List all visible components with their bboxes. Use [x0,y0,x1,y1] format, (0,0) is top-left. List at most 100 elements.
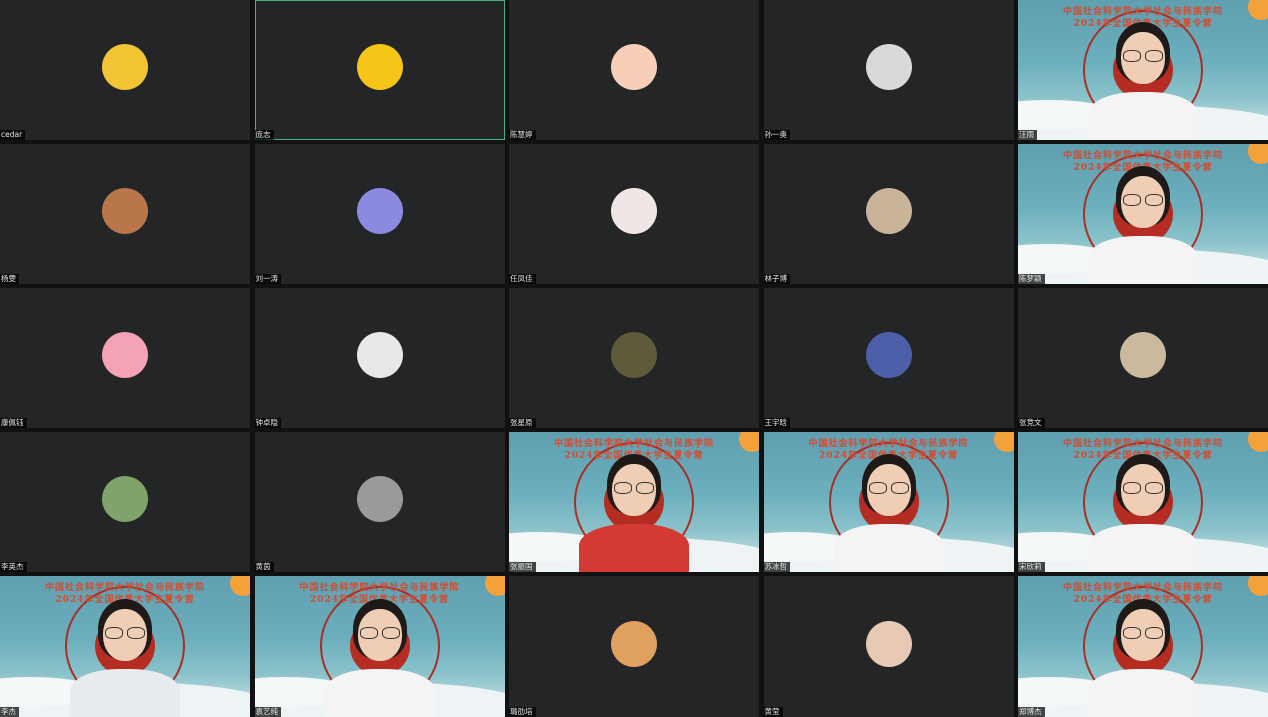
video-body [833,524,944,572]
video-body [1088,236,1198,284]
banner-line-1: 中国社会科学院大学社会与民族学院 [553,439,714,449]
participant-tile[interactable]: 王宇晗 [763,288,1014,428]
video-glasses [1122,482,1164,494]
participant-name-label: 钟卓隐 [254,418,281,428]
anime-girl-avatar [611,44,657,90]
participant-name-label: 李英杰 [0,562,27,572]
video-body [579,524,689,572]
participant-name-label: 刘一涛 [254,274,281,284]
participant-name-label: 袁艺纯 [254,707,281,717]
participant-tile[interactable]: 孙一奥 [763,0,1014,140]
astronaut-avatar [356,476,403,522]
participant-tile[interactable]: 林子博 [763,144,1014,284]
participant-tile[interactable]: 中国社会科学院大学社会与民族学院2024年全国优秀大学生夏令营汪雨 [1018,0,1268,140]
participant-tile[interactable]: 杨雯 [0,144,250,284]
portrait-photo-avatar [102,188,148,234]
participant-name-label: 庞志 [254,130,274,140]
video-glasses [1122,50,1164,62]
participant-tile[interactable]: 中国社会科学院大学社会与民族学院2024年全国优秀大学生夏令营张振国 [509,432,759,572]
participant-name-label: 陈梦颖 [1018,274,1045,284]
participant-tile[interactable]: 黄茵 [254,432,505,572]
video-body [1088,524,1198,572]
participant-tile[interactable]: 张星原 [509,288,759,428]
participant-tile[interactable]: 中国社会科学院大学社会与民族学院2024年全国优秀大学生夏令营苏冰哲 [763,432,1014,572]
video-glasses [1122,194,1164,206]
participant-tile[interactable]: 刘一涛 [254,144,505,284]
participant-tile[interactable]: 钟卓隐 [254,288,505,428]
participant-tile[interactable]: 中国社会科学院大学社会与民族学院2024年全国优秀大学生夏令营袁艺纯 [254,576,505,717]
participant-name-label: 黄茵 [254,562,274,572]
participant-tile[interactable]: 任凤佳 [509,144,759,284]
participant-tile[interactable]: 黄莹 [763,576,1014,717]
participant-tile[interactable]: 中国社会科学院大学社会与民族学院2024年全国优秀大学生夏令营郑博杰 [1018,576,1268,717]
participant-video [324,599,435,717]
participant-name-label: 李杰 [0,707,19,717]
banner-line-1: 中国社会科学院大学社会与民族学院 [808,439,969,449]
participant-video [1088,22,1198,140]
participant-tile[interactable]: 张竞文 [1018,288,1268,428]
lion-avatar [611,620,657,667]
video-glasses [104,627,146,639]
video-body [1088,669,1198,717]
football-player-avatar [865,332,912,378]
participant-tile[interactable]: 中国社会科学院大学社会与民族学院2024年全国优秀大学生夏令营李杰 [0,576,250,717]
participant-tile[interactable]: 中国社会科学院大学社会与民族学院2024年全国优秀大学生夏令营陈梦颖 [1018,144,1268,284]
participant-name-label: 张竞文 [1018,418,1045,428]
participant-tile[interactable]: 李英杰 [0,432,250,572]
participant-name-label: 任凤佳 [509,274,536,284]
pink-anime-avatar [102,332,148,378]
banner-line-1: 中国社会科学院大学社会与民族学院 [1062,7,1223,17]
participant-video [70,599,180,717]
participant-name-label: 璐劭培 [509,707,536,717]
video-body [70,669,180,717]
smile-emoji-avatar [102,44,148,90]
participant-name-label: 汪雨 [1018,130,1037,140]
girl-photo-avatar [102,476,148,522]
anime-girl-avatar [611,188,657,234]
video-glasses [613,482,655,494]
galaxy-avatar [356,188,403,234]
girl-cartoon-avatar [865,620,912,667]
participant-name-label: 陈慧婷 [509,130,536,140]
participant-name-label: 黄莹 [763,707,783,717]
video-grid: cedar庞志陈慧婷孙一奥中国社会科学院大学社会与民族学院2024年全国优秀大学… [0,0,1268,717]
portrait-painting-avatar [611,332,657,378]
participant-tile[interactable]: 康佩钰 [0,288,250,428]
participant-name-label: 孙一奥 [763,130,790,140]
cartoon-face-avatar [356,44,403,90]
participant-name-label: 张振国 [509,562,536,572]
video-glasses [1122,627,1164,639]
boy-photo-avatar [865,188,912,234]
white-dog-avatar [356,332,403,378]
participant-video [579,454,689,572]
banner-line-1: 中国社会科学院大学社会与民族学院 [1062,583,1223,593]
participant-video [1088,166,1198,284]
banner-line-1: 中国社会科学院大学社会与民族学院 [1062,439,1223,449]
participant-name-label: cedar [0,130,26,140]
participant-tile[interactable]: cedar [0,0,250,140]
video-body [1088,92,1198,140]
video-body [324,669,435,717]
video-glasses [868,482,910,494]
banner-line-1: 中国社会科学院大学社会与民族学院 [299,583,460,593]
default-person-avatar [865,44,912,90]
participant-video [1088,599,1198,717]
participant-name-label: 苏冰哲 [763,562,790,572]
participant-name-label: 林子博 [763,274,790,284]
participant-name-label: 王宇晗 [763,418,790,428]
participant-name-label: 郑博杰 [1018,707,1045,717]
banner-line-1: 中国社会科学院大学社会与民族学院 [44,583,205,593]
video-glasses [359,627,401,639]
participant-name-label: 宋欣莉 [1018,562,1045,572]
cat-photo-avatar [1120,332,1166,378]
participant-name-label: 张星原 [509,418,536,428]
participant-video [833,454,944,572]
participant-video [1088,454,1198,572]
banner-line-1: 中国社会科学院大学社会与民族学院 [1062,151,1223,161]
participant-tile[interactable]: 璐劭培 [509,576,759,717]
participant-tile[interactable]: 陈慧婷 [509,0,759,140]
participant-tile[interactable]: 庞志 [254,0,505,140]
participant-name-label: 杨雯 [0,274,19,284]
participant-name-label: 康佩钰 [0,418,27,428]
participant-tile[interactable]: 中国社会科学院大学社会与民族学院2024年全国优秀大学生夏令营宋欣莉 [1018,432,1268,572]
